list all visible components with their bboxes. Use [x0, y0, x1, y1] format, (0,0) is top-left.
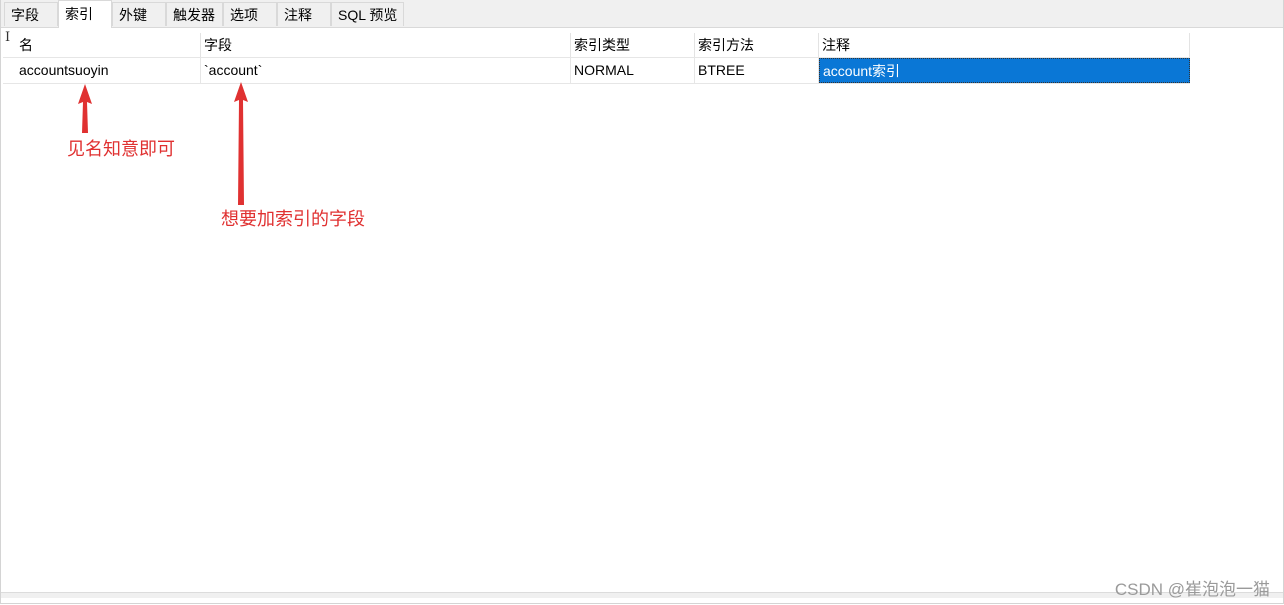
tab-comment[interactable]: 注释	[277, 2, 331, 26]
tab-options[interactable]: 选项	[223, 2, 277, 26]
watermark: CSDN @崔泡泡一猫	[1114, 580, 1270, 599]
tab-fields[interactable]: 字段	[4, 2, 58, 26]
column-header-comment[interactable]: 注释	[819, 33, 1190, 57]
index-comment-cell[interactable]: account索引	[819, 58, 1190, 83]
index-name-cell[interactable]: accountsuoyin	[16, 58, 201, 83]
tab-indexes[interactable]: 索引	[58, 0, 112, 28]
index-editor-window: 字段 索引 外键 触发器 选项 注释 SQL 预览 I 名 字段 索引类型 索引…	[0, 0, 1284, 604]
tab-foreign-keys[interactable]: 外键	[112, 2, 166, 26]
tab-triggers[interactable]: 触发器	[166, 2, 223, 26]
index-type-cell[interactable]: NORMAL	[571, 58, 695, 83]
arrow-up-icon	[234, 82, 248, 205]
tab-sql-preview[interactable]: SQL 预览	[331, 2, 404, 26]
column-header-field[interactable]: 字段	[201, 33, 571, 57]
text-cursor-icon: I	[5, 30, 11, 45]
column-header-index-type[interactable]: 索引类型	[571, 33, 695, 57]
tab-bar: 字段 索引 外键 触发器 选项 注释 SQL 预览	[1, 0, 1283, 28]
arrow-up-icon	[78, 84, 92, 133]
column-header-index-method[interactable]: 索引方法	[695, 33, 819, 57]
annotation-name-hint: 见名知意即可	[67, 139, 175, 159]
annotation-arrows	[78, 82, 248, 205]
status-strip	[1, 592, 1283, 598]
index-field-cell[interactable]: `account`	[201, 58, 571, 83]
index-method-cell[interactable]: BTREE	[695, 58, 819, 83]
annotation-field-hint: 想要加索引的字段	[221, 209, 365, 229]
table-row[interactable]: accountsuoyin `account` NORMAL BTREE acc…	[3, 57, 1190, 84]
column-header-name[interactable]: 名	[16, 33, 201, 57]
